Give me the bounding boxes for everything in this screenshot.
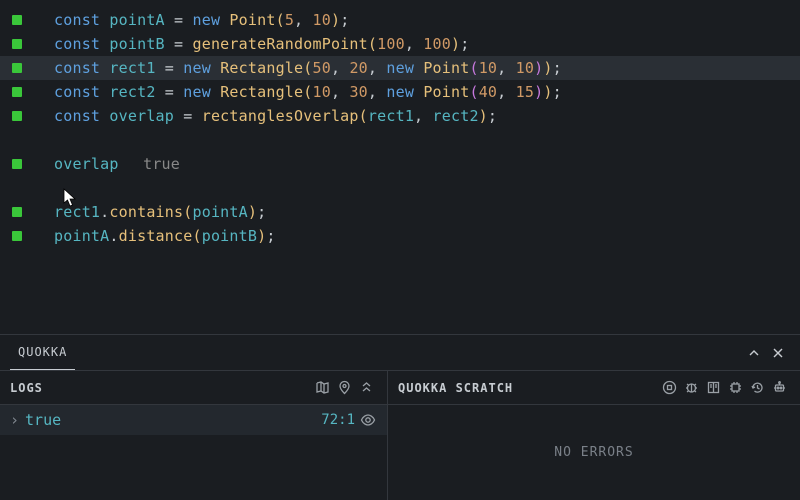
code-content[interactable]: overlap true (26, 155, 180, 173)
code-content[interactable]: rect1.contains(pointA); (26, 203, 266, 221)
code-line[interactable]: const overlap = rectanglesOverlap(rect1,… (0, 104, 800, 128)
coverage-square-icon (12, 39, 22, 49)
coverage-square-icon (12, 87, 22, 97)
coverage-square-icon (12, 63, 22, 73)
panel-tab-bar: QUOKKA (0, 334, 800, 370)
collapse-icon[interactable] (355, 377, 377, 399)
code-line[interactable] (0, 128, 800, 152)
code-editor[interactable]: const pointA = new Point(5, 10); const po… (0, 0, 800, 334)
code-line[interactable] (0, 176, 800, 200)
history-icon[interactable] (746, 377, 768, 399)
log-position[interactable]: 72:1 (321, 412, 359, 428)
gutter-marker (8, 39, 26, 49)
logs-header: LOGS (0, 371, 387, 405)
log-entry[interactable]: › true 72:1 (0, 405, 387, 435)
gutter-marker (8, 111, 26, 121)
coverage-square-icon (12, 159, 22, 169)
code-content[interactable]: const pointA = new Point(5, 10); (26, 11, 349, 29)
scratch-header: QUOKKA SCRATCH (388, 371, 800, 405)
code-line[interactable]: const pointB = generateRandomPoint(100, … (0, 32, 800, 56)
code-line[interactable]: const rect2 = new Rectangle(10, 30, new … (0, 80, 800, 104)
code-content[interactable]: const pointB = generateRandomPoint(100, … (26, 35, 469, 53)
logs-title: LOGS (10, 381, 43, 395)
bug-icon[interactable] (680, 377, 702, 399)
map-icon[interactable] (311, 377, 333, 399)
robot-icon[interactable] (768, 377, 790, 399)
gutter-marker (8, 231, 26, 241)
stop-icon[interactable] (658, 377, 680, 399)
chip-icon[interactable] (724, 377, 746, 399)
gutter-marker (8, 15, 26, 25)
book-icon[interactable] (702, 377, 724, 399)
gutter-marker (8, 87, 26, 97)
close-icon[interactable] (766, 341, 790, 365)
code-line[interactable]: overlap true (0, 152, 800, 176)
logs-pane: LOGS › true 72:1 (0, 371, 388, 500)
location-icon[interactable] (333, 377, 355, 399)
coverage-square-icon (12, 231, 22, 241)
chevron-right-icon: › (10, 411, 25, 429)
tab-quokka[interactable]: QUOKKA (10, 335, 75, 370)
code-line[interactable]: const pointA = new Point(5, 10); (0, 8, 800, 32)
scratch-pane: QUOKKA SCRATCH NO ERRORS (388, 371, 800, 500)
code-content[interactable]: const rect2 = new Rectangle(10, 30, new … (26, 83, 562, 101)
scratch-title: QUOKKA SCRATCH (398, 381, 513, 395)
scratch-status: NO ERRORS (388, 405, 800, 500)
inline-result: true (119, 155, 180, 173)
log-value: true (25, 411, 61, 429)
code-content[interactable]: const overlap = rectanglesOverlap(rect1,… (26, 107, 497, 125)
code-line[interactable]: pointA.distance(pointB); (0, 224, 800, 248)
code-line[interactable]: rect1.contains(pointA); (0, 200, 800, 224)
code-content[interactable]: const rect1 = new Rectangle(50, 20, new … (26, 59, 562, 77)
panel-body: LOGS › true 72:1 QUOKKA SCRATCH (0, 370, 800, 500)
coverage-square-icon (12, 15, 22, 25)
coverage-square-icon (12, 207, 22, 217)
gutter-marker (8, 159, 26, 169)
gutter-marker (8, 63, 26, 73)
gutter-marker (8, 207, 26, 217)
code-content[interactable]: pointA.distance(pointB); (26, 227, 276, 245)
eye-icon[interactable] (359, 411, 377, 429)
coverage-square-icon (12, 111, 22, 121)
chevron-up-icon[interactable] (742, 341, 766, 365)
code-line[interactable]: const rect1 = new Rectangle(50, 20, new … (0, 56, 800, 80)
